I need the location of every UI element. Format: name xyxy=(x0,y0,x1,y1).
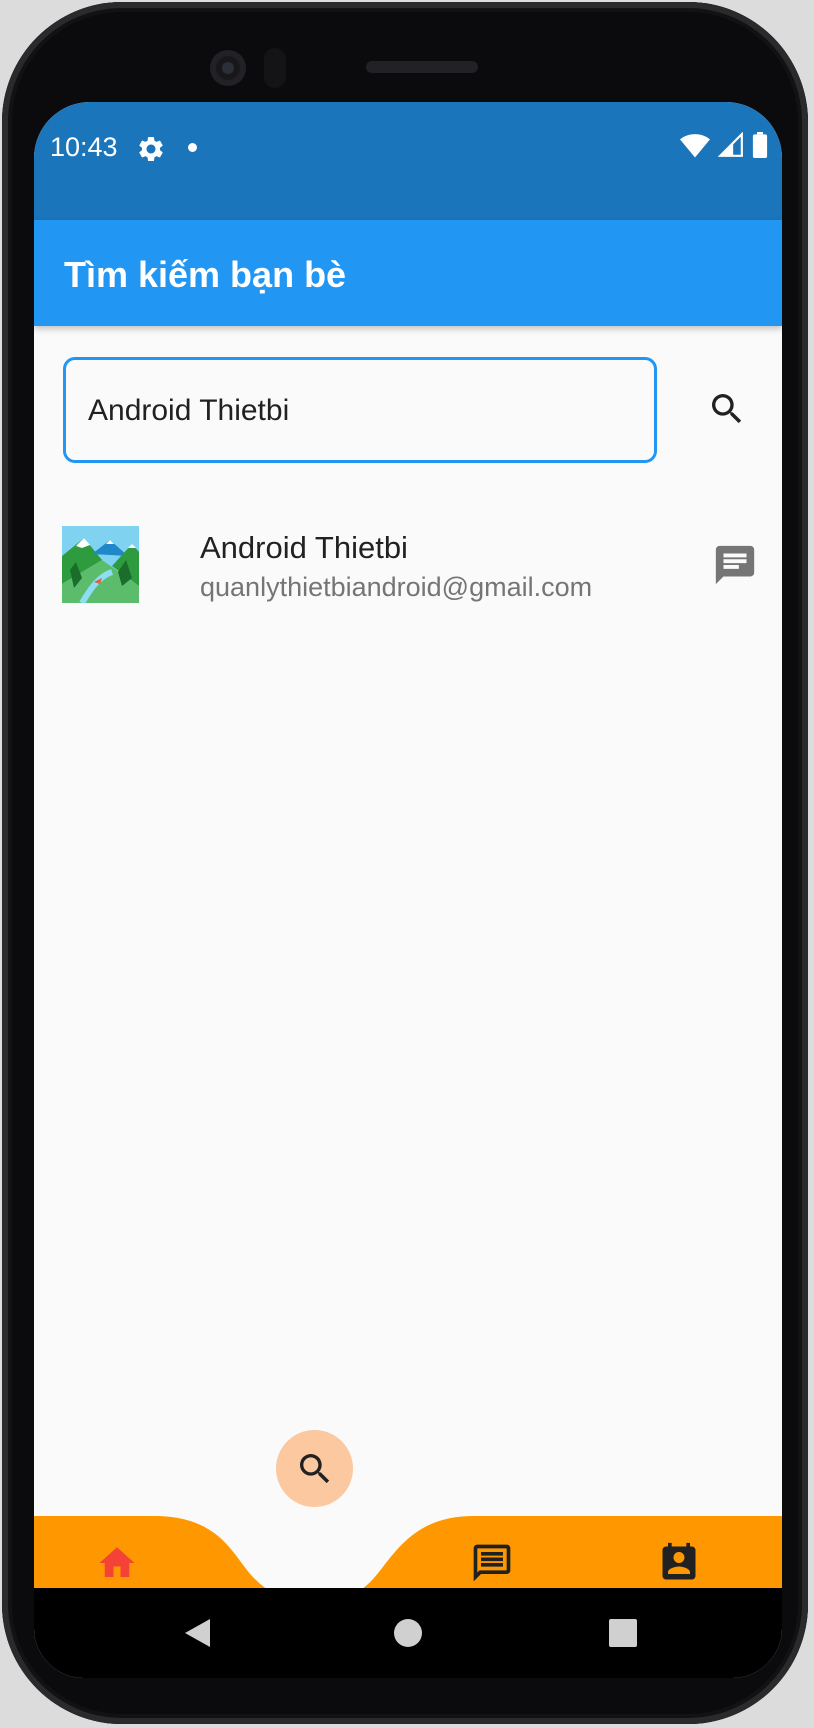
chat-icon xyxy=(473,1544,511,1582)
nav-item-chat[interactable] xyxy=(467,1538,517,1588)
proximity-sensor xyxy=(264,48,286,88)
nav-item-home[interactable] xyxy=(92,1538,142,1588)
search-field[interactable] xyxy=(63,357,657,463)
earpiece-speaker xyxy=(366,61,478,73)
notification-dot-icon xyxy=(188,143,197,152)
result-name: Android Thietbi xyxy=(200,530,408,565)
signal-icon xyxy=(717,131,744,163)
recents-button[interactable] xyxy=(598,1608,648,1658)
screen: 10:43 Tìm kiếm bạn bè Android Thietbi An… xyxy=(34,102,782,1678)
search-button[interactable] xyxy=(700,384,754,438)
back-icon xyxy=(185,1619,210,1647)
phone-frame: 10:43 Tìm kiếm bạn bè Android Thietbi An… xyxy=(2,2,808,1724)
contacts-icon xyxy=(662,1542,696,1580)
list-item[interactable]: Android Thietbi quanlythietbiandroid@gma… xyxy=(62,522,762,624)
home-icon xyxy=(99,1547,135,1577)
back-button[interactable] xyxy=(172,1608,222,1658)
home-button[interactable] xyxy=(383,1608,433,1658)
battery-icon xyxy=(752,132,768,163)
status-right-icons xyxy=(680,131,768,163)
result-email: quanlythietbiandroid@gmail.com xyxy=(200,572,593,602)
status-bar: 10:43 xyxy=(34,102,782,220)
front-camera xyxy=(210,50,246,86)
system-navigation-bar xyxy=(34,1588,782,1678)
nav-item-contacts[interactable] xyxy=(654,1538,704,1588)
recents-icon xyxy=(609,1619,637,1647)
home-circle-icon xyxy=(394,1619,422,1647)
wifi-icon xyxy=(680,132,710,163)
search-icon xyxy=(299,1453,329,1483)
app-bar: Tìm kiếm bạn bè xyxy=(34,220,782,326)
page-title: Tìm kiếm bạn bè xyxy=(64,254,347,295)
landscape-avatar-icon xyxy=(62,526,139,603)
status-time: 10:43 xyxy=(50,132,118,162)
nav-item-search[interactable] xyxy=(276,1430,353,1507)
message-icon[interactable] xyxy=(712,542,758,588)
search-icon xyxy=(707,389,747,434)
bottom-navigation xyxy=(34,1430,782,1606)
settings-icon xyxy=(136,134,166,164)
search-input[interactable] xyxy=(86,360,638,462)
